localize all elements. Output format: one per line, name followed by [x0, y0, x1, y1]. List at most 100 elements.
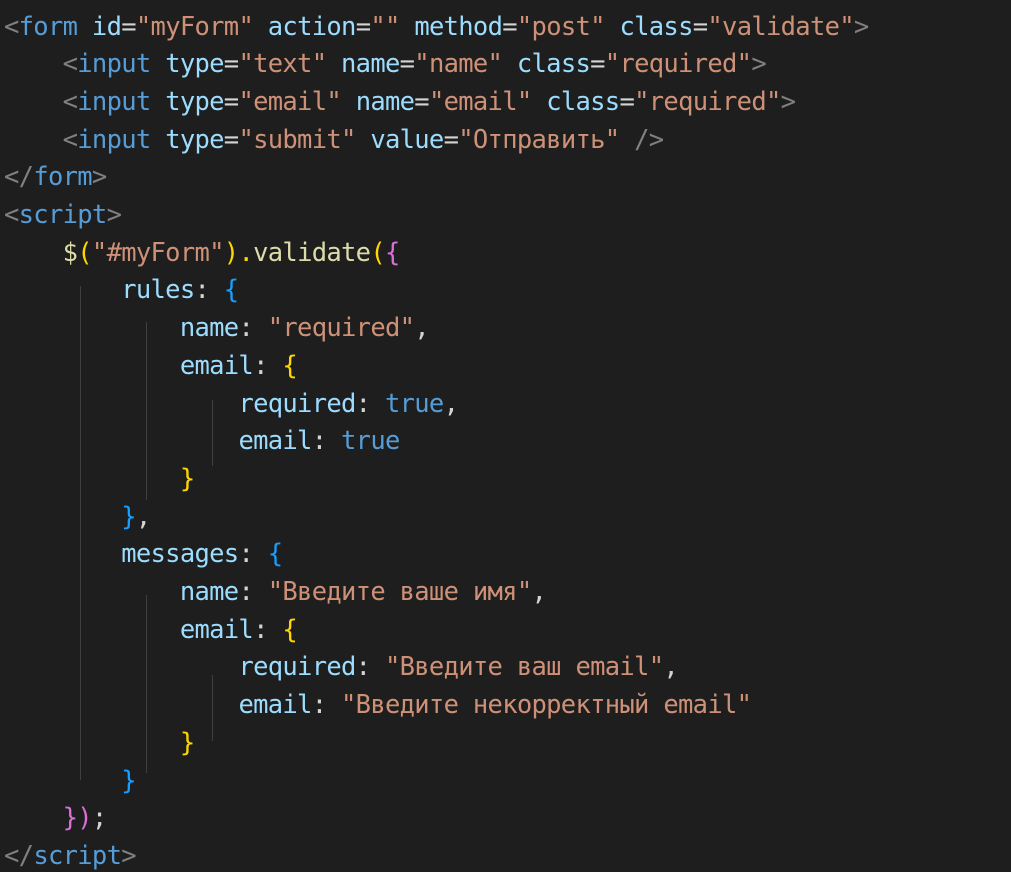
code-token: ( [370, 237, 385, 268]
code-token: ( [77, 237, 92, 268]
code-token: } [179, 727, 195, 758]
code-token: = [619, 86, 635, 117]
code-token: action [267, 11, 357, 42]
code-token: { [282, 614, 298, 645]
code-line: $("#myForm").validate({ [4, 233, 401, 273]
code-line: } [4, 459, 195, 499]
code-token: type [165, 49, 224, 80]
code-line: name: "Введите ваше имя", [4, 572, 547, 612]
code-line: } [4, 761, 136, 801]
code-token: : [238, 539, 268, 570]
code-token: script [18, 200, 108, 230]
code-token: = [223, 124, 239, 155]
code-token: /> [634, 124, 664, 155]
code-token: rules [121, 275, 195, 306]
code-line: } [4, 723, 195, 763]
code-token: email [238, 426, 312, 457]
code-token: "required" [267, 313, 415, 344]
code-line: name: "required", [4, 308, 430, 348]
code-token: true [384, 388, 444, 419]
code-token: = [443, 124, 459, 155]
code-token: value [370, 124, 444, 155]
code-token: < [62, 124, 78, 155]
code-token: "Отправить" [458, 124, 620, 155]
code-line: </script> [4, 836, 137, 872]
code-token: email [179, 614, 254, 645]
code-token: </ [4, 840, 34, 871]
code-token: { [223, 275, 239, 306]
code-token: , [443, 388, 459, 419]
code-token: "email" [428, 86, 532, 117]
code-line: email: "Введите некорректный email" [4, 685, 752, 725]
code-line: required: "Введите ваш email", [4, 647, 678, 687]
code-token: $ [62, 237, 78, 268]
code-token: < [62, 49, 78, 80]
code-token: > [780, 86, 796, 117]
code-token: { [384, 237, 400, 268]
code-token: } [121, 501, 136, 532]
code-token: "required" [634, 86, 781, 117]
code-token: </ [4, 162, 34, 193]
code-token: true [341, 426, 400, 457]
code-token: "Введите ваш email" [384, 652, 664, 683]
code-token: name [179, 577, 239, 607]
code-line: messages: { [4, 534, 283, 574]
code-token: "" [370, 11, 400, 42]
code-line: <input type="text" name="name" class="re… [4, 44, 767, 84]
code-token: : [311, 426, 342, 457]
code-token: class [546, 86, 620, 117]
code-token: { [267, 539, 283, 570]
code-line: </form> [4, 157, 107, 197]
code-token: > [751, 49, 766, 80]
code-token: type [165, 124, 224, 155]
code-token: = [399, 49, 415, 80]
code-token: "Введите ваше имя" [267, 577, 532, 607]
code-token: } [121, 765, 136, 796]
code-token: = [223, 86, 239, 117]
code-line: }); [4, 798, 108, 838]
code-token: : [355, 652, 385, 683]
code-token: required [238, 388, 356, 419]
code-token: : [194, 275, 224, 306]
code-block[interactable]: <form id="myForm" action="" method="post… [0, 0, 1011, 872]
code-token: "Введите некорректный email" [341, 690, 752, 721]
code-editor[interactable]: <form id="myForm" action="" method="post… [0, 0, 1011, 872]
code-token: = [692, 11, 708, 42]
code-line: email: true [4, 421, 400, 461]
code-token: input [77, 49, 151, 80]
code-token: messages [121, 539, 239, 570]
code-token: "myForm" [135, 11, 254, 42]
code-token: "text" [238, 49, 327, 80]
code-token: > [106, 200, 122, 230]
code-line: required: true, [4, 384, 458, 424]
code-token: { [282, 350, 298, 381]
code-line: <form id="myForm" action="" method="post… [4, 7, 869, 47]
code-token: < [4, 11, 19, 42]
code-token: = [590, 49, 605, 80]
code-line: <input type="email" name="email" class="… [4, 82, 796, 122]
code-line: }, [4, 497, 151, 537]
code-token: = [223, 49, 239, 80]
code-token: "validate" [707, 11, 854, 42]
code-token: form [33, 162, 92, 193]
code-line: email: { [4, 610, 298, 650]
